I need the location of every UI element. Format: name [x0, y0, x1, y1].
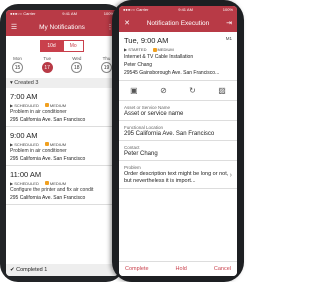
carrier-label: ●●●○○ Carrier: [123, 7, 149, 12]
asset-field[interactable]: Asset or Service Name Asset or service n…: [119, 101, 237, 121]
address-line: 29545 Gainsborough Ave. San Francisco...: [124, 70, 220, 76]
status-badge: ▶ SCHEDULED: [10, 141, 39, 147]
field-value: Peter Chang: [124, 151, 158, 157]
status-badge: ▶ SCHEDULED: [10, 102, 39, 108]
range-toggle: 10d Mo: [6, 36, 118, 54]
page-title: My Notifications: [39, 23, 85, 31]
priority-badge: MEDIUM: [152, 47, 174, 52]
notification-time: 7:00 AM: [10, 92, 38, 101]
field-label: Asset or Service Name: [124, 105, 171, 110]
day-number: 19: [100, 62, 112, 73]
problem-field[interactable]: Problem Order description text might be …: [119, 161, 237, 189]
field-label: Problem: [124, 165, 141, 170]
group-label: Completed 1: [16, 267, 48, 273]
execution-screen: ●●●○○ Carrier 9:41 AM 100% ✕ Notificatio…: [119, 6, 237, 276]
day-strip: Mon 15 Tue 17 Wed 18 Thu 19: [6, 54, 118, 73]
chevron-down-icon: ▾: [10, 80, 13, 86]
priority-badge: MEDIUM: [44, 181, 66, 186]
cancel-button[interactable]: Cancel: [214, 266, 231, 272]
history-icon[interactable]: ↻: [189, 86, 196, 95]
status-badge: ▶ SCHEDULED: [10, 180, 39, 186]
day-name: Thu: [102, 56, 111, 61]
notification-code: M1: [225, 36, 232, 41]
notification-desc: Configure the printer and fix air condit: [10, 187, 94, 193]
attachment-toolbar: ▣ ⊘ ↻ ▨: [119, 81, 237, 101]
day-number: 18: [71, 62, 83, 73]
chevron-right-icon: ›: [229, 171, 232, 179]
field-label: Contact: [124, 145, 140, 150]
day-name: Mon: [13, 56, 22, 61]
back-phone: ●●●○○ Carrier 9:41 AM 100% ☰ My Notifica…: [0, 4, 124, 282]
priority-badge: MEDIUM: [44, 142, 66, 147]
day-wed[interactable]: Wed 18: [71, 56, 83, 73]
field-value: Asset or service name: [124, 111, 184, 117]
notifications-screen: ●●●○○ Carrier 9:41 AM 100% ☰ My Notifica…: [6, 10, 118, 276]
range-month-button[interactable]: Mo: [62, 40, 84, 52]
notification-time: 11:00 AM: [10, 170, 42, 179]
notification-desc: Problem in air conditioner: [10, 109, 67, 115]
status-badge: ▶ STARTED: [124, 47, 147, 52]
check-icon: ✔: [10, 267, 15, 273]
carrier-label: ●●●○○ Carrier: [10, 11, 36, 16]
day-mon[interactable]: Mon 15: [12, 56, 23, 73]
range-10d-button[interactable]: 10d: [40, 40, 63, 52]
exit-icon[interactable]: ⇥: [225, 19, 233, 27]
priority-dot-icon: [44, 103, 49, 108]
menu-icon[interactable]: ☰: [10, 23, 18, 31]
notification-item[interactable]: 9:00 AM ▶ SCHEDULED MEDIUM Problem in ai…: [6, 127, 118, 166]
action-bar: Complete Hold Cancel: [119, 261, 237, 276]
functional-location-field[interactable]: Functional Location 295 California Ave. …: [119, 121, 237, 141]
day-name: Wed: [72, 56, 82, 61]
notification-address: 295 California Ave. San Francisco: [10, 117, 86, 123]
status-bar: ●●●○○ Carrier 9:41 AM 100%: [6, 10, 118, 18]
clock-label: 9:41 AM: [62, 11, 77, 16]
clock-label: 9:41 AM: [178, 7, 193, 12]
battery-label: 100%: [222, 7, 233, 12]
barcode-scan-icon[interactable]: ▣: [130, 86, 138, 95]
app-bar: ☰ My Notifications ⋮: [6, 18, 118, 36]
priority-dot-icon: [44, 181, 49, 186]
day-tue[interactable]: Tue 17: [41, 56, 53, 73]
notification-summary: Tue, 9:00 AM M1 ▶ STARTED MEDIUM Interne…: [119, 32, 237, 81]
notification-address: 295 California Ave. San Francisco: [10, 195, 86, 201]
field-value: Order description text might be long or …: [124, 171, 229, 184]
notification-title: Internet & TV Cable Installation: [124, 54, 194, 60]
status-bar: ●●●○○ Carrier 9:41 AM 100%: [119, 6, 237, 14]
day-number: 17: [41, 62, 53, 73]
notification-time: Tue, 9:00 AM: [124, 36, 169, 45]
priority-badge: MEDIUM: [44, 103, 66, 108]
notification-item[interactable]: 11:00 AM ▶ SCHEDULED MEDIUM Configure th…: [6, 166, 118, 205]
day-name: Tue: [43, 56, 51, 61]
complete-button[interactable]: Complete: [125, 266, 149, 272]
image-icon[interactable]: ▨: [218, 86, 226, 95]
front-phone: ●●●○○ Carrier 9:41 AM 100% ✕ Notificatio…: [112, 0, 244, 282]
contact-field[interactable]: Contact Peter Chang: [119, 141, 237, 161]
notification-item[interactable]: 7:00 AM ▶ SCHEDULED MEDIUM Problem in ai…: [6, 88, 118, 127]
created-group-header[interactable]: ▾ Created 3: [6, 78, 118, 88]
notification-address: 295 California Ave. San Francisco: [10, 156, 86, 162]
app-bar: ✕ Notification Execution ⇥: [119, 14, 237, 32]
attachment-icon[interactable]: ⊘: [160, 86, 167, 95]
page-title: Notification Execution: [146, 19, 210, 27]
day-thu[interactable]: Thu 19: [100, 56, 112, 73]
close-icon[interactable]: ✕: [123, 19, 131, 27]
notification-time: 9:00 AM: [10, 131, 38, 140]
hold-button[interactable]: Hold: [176, 266, 187, 272]
day-number: 15: [12, 62, 23, 73]
priority-dot-icon: [44, 142, 49, 147]
field-label: Functional Location: [124, 125, 164, 130]
priority-dot-icon: [152, 47, 157, 52]
notification-desc: Problem in air conditioner: [10, 148, 67, 154]
contact-name: Peter Chang: [124, 62, 153, 68]
field-value: 295 California Ave. San Francisco: [124, 131, 215, 137]
completed-group-header[interactable]: ✔ Completed 1: [6, 264, 118, 276]
group-label: Created 3: [14, 80, 39, 86]
